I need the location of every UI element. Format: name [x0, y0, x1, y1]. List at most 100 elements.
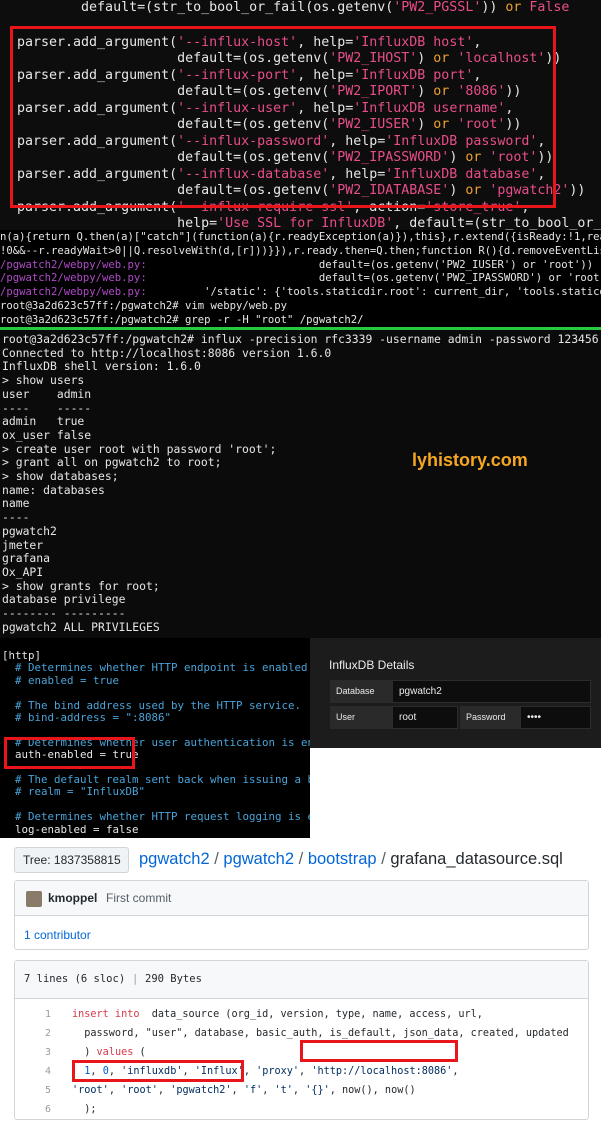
- code-token: '/static': {'tools.staticdir.root': curr…: [204, 286, 601, 299]
- code-token: insert into: [72, 1009, 140, 1020]
- config-line: # The default realm sent back when issui…: [2, 773, 310, 786]
- code-text: );: [72, 1100, 96, 1119]
- code-token: ,: [452, 1066, 459, 1077]
- contributors-link[interactable]: 1 contributor: [24, 928, 91, 942]
- code-token: )): [569, 183, 586, 198]
- password-field[interactable]: ••••: [520, 706, 591, 729]
- database-label: Database: [330, 680, 392, 703]
- shell-line: ---- -----: [2, 400, 92, 415]
- line-number[interactable]: 3: [15, 1043, 51, 1062]
- shell-line: pgwatch2 ALL PRIVILEGES: [2, 619, 160, 634]
- code-token: default=(os.getenv('PW2_IPASSWORD') or '…: [146, 272, 601, 285]
- auth-enabled-highlight: [4, 737, 135, 769]
- code-token: values: [96, 1047, 134, 1058]
- config-line: # Determines whether HTTP endpoint is en…: [2, 661, 310, 674]
- influx-args-highlight: [10, 26, 556, 208]
- commit-header: kmoppel First commit: [15, 881, 588, 916]
- code-row: 5 'root', 'root', 'pgwatch2', 'f', 't', '…: [15, 1081, 588, 1100]
- code-token: n(a){return Q.then(a)["catch"](function(…: [0, 231, 601, 243]
- code-token: # Determines whether HTTP request loggin…: [2, 810, 310, 824]
- code-token: or: [505, 0, 522, 15]
- code-token: ,: [292, 1085, 306, 1096]
- code-token: /pgwatch2/webpy/web.py:: [0, 272, 147, 285]
- commit-author-link[interactable]: kmoppel: [48, 891, 97, 905]
- breadcrumb-folder[interactable]: pgwatch2: [223, 850, 294, 868]
- code-line: default=(str_to_bool_or_fail(os.getenv('…: [17, 0, 569, 16]
- code-token: # enabled = true: [2, 673, 120, 687]
- shell-line: root@3a2d623c57ff:/pgwatch2# influx -pre…: [2, 332, 599, 346]
- config-line: # The bind address used by the HTTP serv…: [2, 699, 301, 712]
- config-line: # Determines whether HTTP request loggin…: [2, 810, 310, 823]
- terminal-line: root@3a2d623c57ff:/pgwatch2# grep -r -H …: [0, 313, 364, 327]
- code-token: # Determines whether HTTP endpoint is en…: [2, 661, 310, 675]
- code-token: )): [481, 0, 506, 15]
- code-token: data_source (org_id, version, type, name…: [139, 1009, 483, 1020]
- line-number[interactable]: 2: [15, 1024, 51, 1043]
- file-box: 7 lines (6 sloc) | 290 Bytes 1 insert int…: [14, 960, 589, 1120]
- terminal-line: /pgwatch2/webpy/web.py: '/static': {'too…: [0, 285, 601, 299]
- avatar[interactable]: [26, 891, 42, 907]
- code-token: 'pgwatch2': [170, 1085, 232, 1096]
- code-token: 'f': [243, 1085, 263, 1096]
- code-token: 'http://localhost:8086': [311, 1066, 453, 1077]
- watermark-text: lyhistory.com: [412, 450, 528, 470]
- shell-line: > create user root with password 'root';: [2, 441, 277, 456]
- code-token: ,: [231, 1085, 244, 1096]
- code-token: [http]: [2, 649, 42, 662]
- terminal-line: root@3a2d623c57ff:/pgwatch2# vim webpy/w…: [0, 299, 287, 313]
- tree-branch-button[interactable]: Tree: 1837358815 ▾: [14, 847, 129, 891]
- file-info-separator: |: [132, 973, 139, 985]
- shell-line: Connected to http://localhost:8086 versi…: [2, 345, 332, 360]
- user-label: User: [330, 706, 392, 729]
- breadcrumb-file: grafana_datasource.sql: [390, 850, 563, 868]
- code-token: /pgwatch2/webpy/web.py:: [0, 286, 147, 299]
- terminal-line: /pgwatch2/webpy/web.py: default=(os.gete…: [0, 271, 601, 285]
- code-token: # realm = "InfluxDB": [2, 785, 146, 799]
- code-token: 'Use SSL for InfluxDB': [217, 216, 394, 230]
- code-token: # The bind address used by the HTTP serv…: [2, 698, 302, 712]
- line-number[interactable]: 4: [15, 1062, 51, 1081]
- config-line: # bind-address = ":8086": [2, 711, 171, 724]
- terminal-line: n(a){return Q.then(a)["catch"](function(…: [0, 230, 601, 244]
- breadcrumb-separator: /: [381, 850, 391, 868]
- shell-line: Ox_API: [2, 564, 44, 579]
- breadcrumb-subfolder[interactable]: bootstrap: [308, 850, 377, 868]
- shell-line: InfluxDB shell version: 1.6.0: [2, 359, 201, 374]
- commit-message-link[interactable]: First commit: [106, 891, 171, 905]
- config-line: log-enabled = false: [2, 823, 139, 836]
- shell-line: user admin: [2, 386, 92, 401]
- shell-line: ----: [2, 510, 30, 525]
- shell-line: -------- ---------: [2, 606, 126, 620]
- python-code-panel: default=(str_to_bool_or_fail(os.getenv('…: [0, 0, 601, 230]
- code-token: ,: [243, 1066, 257, 1077]
- line-number[interactable]: 1: [15, 1005, 51, 1024]
- line-number[interactable]: 5: [15, 1081, 51, 1100]
- database-field[interactable]: pgwatch2: [392, 680, 591, 703]
- github-file-panel: Tree: 1837358815 ▾ pgwatch2 / pgwatch2 /…: [0, 838, 601, 1122]
- code-token: ,: [262, 1085, 275, 1096]
- code-token: # bind-address = ":8086": [2, 711, 172, 724]
- shell-line: jmeter: [2, 537, 44, 552]
- code-token: # The default realm sent back when issui…: [2, 773, 310, 786]
- terminal-line: /pgwatch2/webpy/web.py: default=(os.gete…: [0, 258, 593, 272]
- code-token: log-enabled = false: [2, 822, 139, 836]
- grep-terminal-panel: n(a){return Q.then(a)["catch"](function(…: [0, 230, 601, 328]
- breadcrumb-repo[interactable]: pgwatch2: [139, 850, 210, 868]
- breadcrumb-separator: /: [298, 850, 308, 868]
- influxdb-details-title: InfluxDB Details: [329, 658, 415, 672]
- shell-line: name: databases: [2, 482, 105, 497]
- code-token: 'root': [72, 1085, 109, 1096]
- code-token: !0&&--r.readyWait>0||Q.resolveWith(d,[r]…: [0, 244, 601, 257]
- line-number[interactable]: 6: [15, 1100, 51, 1119]
- shell-line: > grant all on pgwatch2 to root;: [2, 455, 222, 470]
- file-lines-info: 7 lines (6 sloc): [24, 973, 126, 985]
- code-token: , default=(str_to_bool_or_fail(os.: [393, 216, 601, 230]
- code-token: 'PW2_PGSSL': [393, 0, 482, 15]
- code-token: password, "user", database, basic_auth, …: [72, 1028, 569, 1039]
- influxdb-details-panel: InfluxDB Details Database pgwatch2 User …: [310, 638, 601, 748]
- file-size: 290 Bytes: [145, 973, 202, 985]
- commit-box: kmoppel First commit 1 contributor: [14, 880, 589, 950]
- code-token: ,: [108, 1085, 122, 1096]
- shell-line: database privilege: [2, 592, 126, 607]
- user-field[interactable]: root: [392, 706, 458, 729]
